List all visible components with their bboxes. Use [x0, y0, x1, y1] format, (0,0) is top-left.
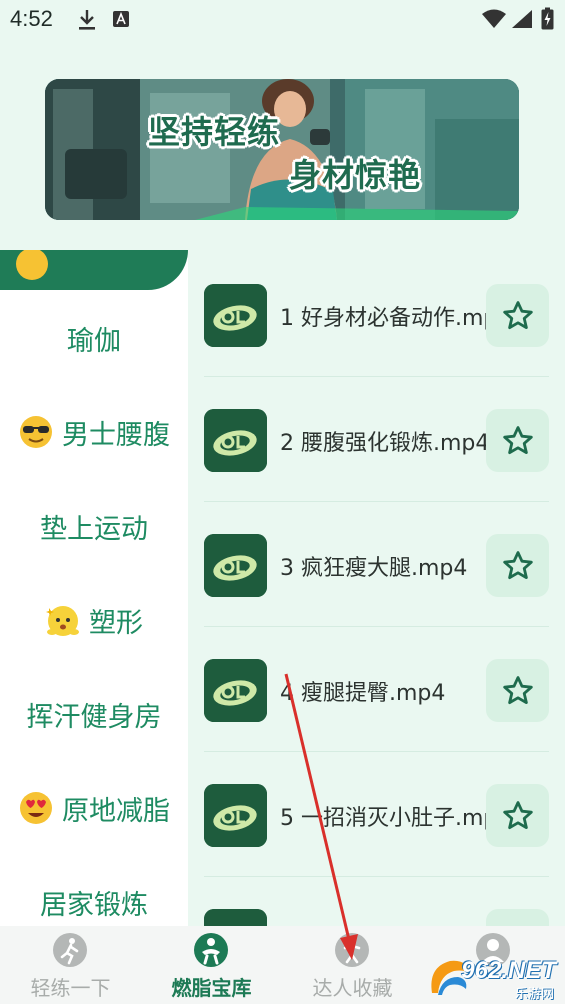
running-person-icon	[53, 933, 87, 967]
sidebar-item-in-place-fat-burn[interactable]: 原地减脂	[0, 778, 188, 838]
sidebar-item-label: 居家锻炼	[40, 889, 148, 921]
tab-label: 达人收藏	[312, 976, 393, 1000]
watermark-brand: 962.NET	[461, 957, 556, 984]
sidebar-item-yoga[interactable]: 瑜伽	[0, 308, 188, 368]
video-title[interactable]: 5 一招消灭小肚子.mp4	[280, 800, 486, 832]
ql-logo-icon	[204, 659, 267, 722]
video-title[interactable]: 4 瘦腿提臀.mp4	[280, 675, 486, 707]
battery-charging-icon	[541, 7, 554, 30]
sidebar-item-label: 男士腰腹	[62, 419, 170, 451]
list-item[interactable]: 4 瘦腿提臀.mp4	[188, 627, 565, 752]
video-title[interactable]: 1 好身材必备动作.mp4	[280, 300, 486, 332]
a-notification-icon	[113, 11, 129, 27]
video-thumbnail[interactable]	[204, 534, 267, 597]
banner-slogan-2: 身材惊艳	[289, 156, 422, 194]
athlete-icon	[335, 933, 369, 967]
sidebar-item-label: 挥汗健身房	[26, 701, 162, 733]
list-item[interactable]: 5 一招消灭小肚子.mp4	[188, 752, 565, 877]
video-thumbnail[interactable]	[204, 784, 267, 847]
status-bar: 4:52	[0, 0, 565, 40]
promo-banner[interactable]: 坚持轻练 身材惊艳	[45, 79, 519, 220]
fitness-person-icon	[194, 933, 228, 967]
star-icon	[502, 425, 533, 454]
favorite-button[interactable]	[486, 909, 549, 926]
sidebar-item-gym[interactable]: 挥汗健身房	[0, 684, 188, 744]
favorite-button[interactable]	[486, 784, 549, 847]
video-thumbnail[interactable]	[204, 284, 267, 347]
video-thumbnail[interactable]	[204, 909, 267, 926]
ql-logo-icon	[204, 409, 267, 472]
sidebar-item-label: 垫上运动	[40, 513, 148, 545]
favorite-button[interactable]	[486, 659, 549, 722]
heart-eyes-emoji-icon	[20, 792, 52, 824]
video-thumbnail[interactable]	[204, 409, 267, 472]
category-sidebar[interactable]: 瑜伽 男士腰腹 垫上运动 塑形 挥汗健身房 原地减脂 居家锻炼	[0, 250, 188, 926]
emoji-icon	[16, 250, 48, 280]
watermark-sub: 乐游网	[514, 987, 554, 1002]
star-icon	[502, 800, 533, 829]
list-item[interactable]	[188, 877, 565, 926]
video-title[interactable]: 3 疯狂瘦大腿.mp4	[280, 550, 486, 582]
tab-expert-favorites[interactable]: 达人收藏	[282, 926, 423, 1004]
favorite-button[interactable]	[486, 409, 549, 472]
list-item[interactable]: 1 好身材必备动作.mp4	[188, 252, 565, 377]
favorite-button[interactable]	[486, 534, 549, 597]
sidebar-item-active[interactable]	[0, 250, 188, 290]
sunglasses-emoji-icon	[20, 416, 52, 448]
site-watermark: 962.NET 乐游网	[426, 955, 562, 1002]
status-time: 4:52	[10, 6, 53, 31]
video-thumbnail[interactable]	[204, 659, 267, 722]
star-icon	[502, 550, 533, 579]
list-item[interactable]: 2 腰腹强化锻炼.mp4	[188, 377, 565, 502]
ql-logo-icon	[204, 534, 267, 597]
list-item[interactable]: 3 疯狂瘦大腿.mp4	[188, 502, 565, 627]
favorite-button[interactable]	[486, 284, 549, 347]
star-icon	[502, 675, 533, 704]
banner-gym-illustration	[45, 79, 519, 220]
video-list[interactable]: 1 好身材必备动作.mp4 2 腰腹强化锻炼.mp4	[188, 250, 565, 926]
sidebar-item-mens-abs[interactable]: 男士腰腹	[0, 402, 188, 462]
banner-slogan-1: 坚持轻练	[148, 113, 281, 151]
sidebar-item-home-workout[interactable]: 居家锻炼	[0, 872, 188, 926]
tab-fat-burn-library[interactable]: 燃脂宝库	[141, 926, 282, 1004]
star-icon	[502, 300, 533, 329]
video-title[interactable]: 2 腰腹强化锻炼.mp4	[280, 425, 486, 457]
sidebar-item-mat-exercise[interactable]: 垫上运动	[0, 496, 188, 556]
ql-logo-icon	[204, 284, 267, 347]
tab-label: 燃脂宝库	[171, 976, 252, 1000]
sidebar-item-label: 原地减脂	[62, 795, 170, 827]
signal-icon	[512, 10, 532, 28]
ql-logo-icon	[204, 784, 267, 847]
wifi-icon	[482, 9, 506, 28]
tab-light-workout[interactable]: 轻练一下	[0, 926, 141, 1004]
download-icon	[79, 10, 95, 30]
tab-label: 轻练一下	[30, 976, 111, 1000]
sidebar-item-label: 瑜伽	[67, 325, 121, 357]
sidebar-item-body-shaping[interactable]: 塑形	[0, 590, 188, 650]
sidebar-item-label: 塑形	[89, 607, 143, 639]
ql-logo-icon	[204, 909, 267, 926]
sparkle-face-emoji-icon	[46, 606, 79, 636]
